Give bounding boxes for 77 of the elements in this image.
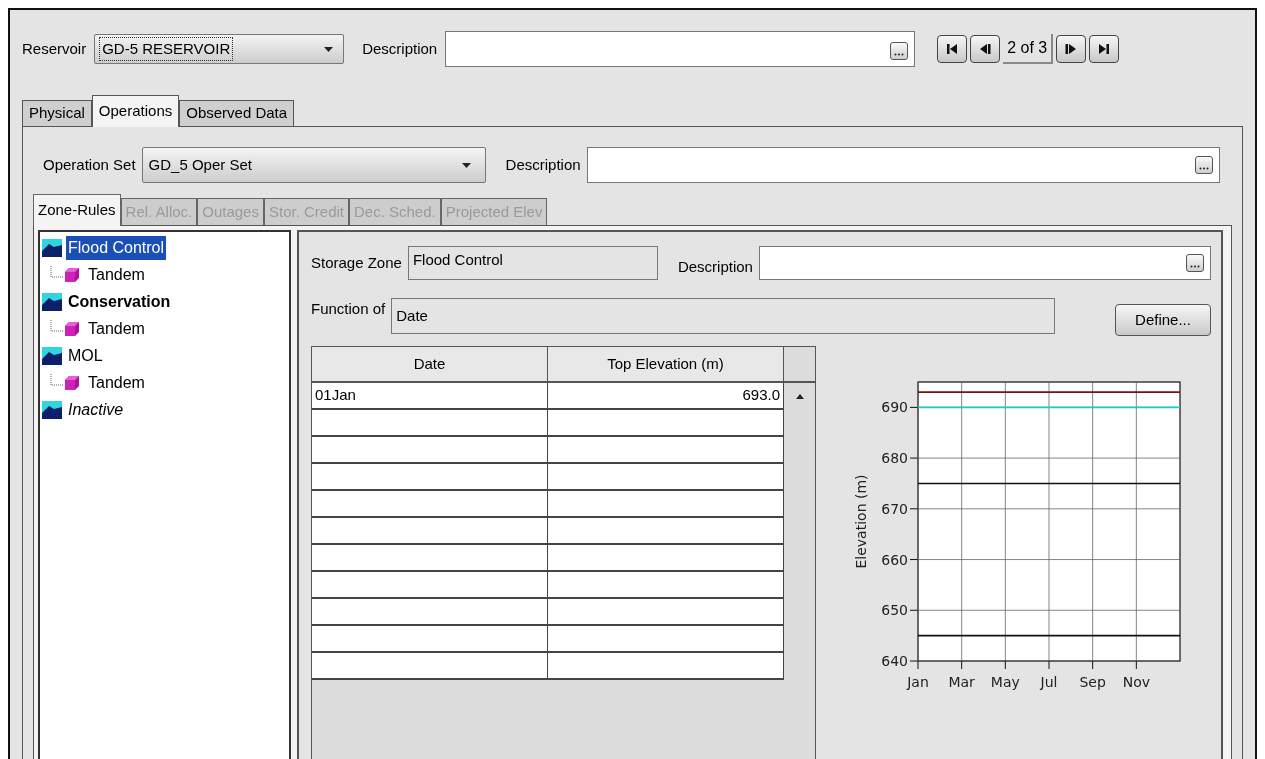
tab[interactable]: Observed Data: [179, 100, 295, 126]
tick-mark: [909, 609, 919, 611]
cube-icon: [64, 266, 80, 283]
first-record-button[interactable]: [937, 35, 968, 63]
operation-set-dropdown[interactable]: GD_5 Oper Set: [141, 147, 486, 183]
column-header[interactable]: Date: [312, 347, 548, 383]
storage-zone-label: Storage Zone: [311, 252, 402, 273]
mountain-icon: [42, 400, 62, 419]
next-record-button[interactable]: [1056, 35, 1087, 63]
x-tick-label: Jul: [1040, 674, 1058, 690]
description-label: Description: [505, 154, 581, 175]
table-cell: 01Jan: [312, 383, 548, 410]
cube-icon: [64, 320, 80, 337]
previous-record-button[interactable]: [970, 35, 1001, 63]
last-record-button[interactable]: [1089, 35, 1120, 63]
ellipsis-button[interactable]: [1195, 156, 1213, 174]
description-field[interactable]: [445, 31, 916, 67]
y-tick-label: 640: [881, 653, 908, 669]
cube-icon: [64, 374, 80, 391]
description-label: Description: [677, 256, 753, 277]
tick-mark: [961, 660, 963, 670]
rule-tree-item[interactable]: Tandem: [86, 262, 147, 287]
y-tick-label: 690: [881, 399, 908, 416]
mountain-icon: [42, 238, 62, 257]
record-position: 2 of 3: [1003, 34, 1054, 64]
dropdown-caret-icon: [461, 162, 471, 168]
tick-mark: [1048, 660, 1050, 670]
y-tick-label: 680: [881, 450, 908, 467]
y-tick-label: 660: [881, 551, 908, 568]
dropdown-caret-icon: [324, 46, 334, 52]
tick-mark: [1135, 660, 1137, 670]
ellipsis-icon: [1199, 167, 1209, 170]
x-tick-label: Nov: [1122, 674, 1150, 690]
table-cell: 693.0: [548, 383, 784, 410]
zone-tree-item[interactable]: MOL: [66, 343, 105, 368]
zone-tree-item[interactable]: Flood Control: [66, 235, 167, 260]
reservoir-dropdown[interactable]: GD-5 RESERVOIR: [94, 34, 345, 64]
y-tick-label: 670: [881, 500, 908, 517]
zone-tree-item[interactable]: Inactive: [66, 397, 126, 422]
operation-set-label: Operation Set: [43, 154, 136, 175]
tick-mark: [909, 559, 919, 561]
x-tick-label: Jan: [907, 674, 929, 690]
ellipsis-icon: [1190, 265, 1200, 268]
tab[interactable]: Physical: [22, 100, 92, 126]
tab[interactable]: Operations: [91, 95, 180, 127]
function-field: Date: [391, 298, 1056, 334]
tick-mark: [1004, 660, 1006, 670]
tick-mark: [909, 406, 919, 408]
x-tick-label: May: [990, 674, 1020, 690]
description-label: Description: [362, 38, 438, 59]
storage-zone-field: Flood Control: [407, 246, 658, 280]
y-tick-label: 650: [881, 602, 908, 619]
skip-back-icon: [945, 42, 960, 56]
x-tick-label: Mar: [948, 674, 975, 690]
ellipsis-button[interactable]: [1186, 254, 1204, 272]
mountain-icon: [42, 292, 62, 311]
ellipsis-icon: [894, 53, 905, 56]
function-of-label: Function of: [311, 299, 386, 319]
tick-mark: [909, 508, 919, 510]
rule-tree-item[interactable]: Tandem: [86, 370, 147, 395]
tick-mark: [909, 457, 919, 459]
scroll-up-arrow-icon[interactable]: [795, 394, 804, 399]
ellipsis-button[interactable]: [890, 42, 909, 60]
description-field[interactable]: [586, 147, 1220, 183]
column-header[interactable]: Top Elevation (m): [548, 347, 784, 383]
zone-tree-item[interactable]: Conservation: [66, 289, 173, 314]
skip-forward-icon: [1097, 42, 1112, 56]
reservoir-label: Reservoir: [22, 38, 87, 59]
rule-tree-item[interactable]: Tandem: [86, 316, 147, 341]
mountain-icon: [42, 346, 62, 365]
description-field[interactable]: [758, 246, 1211, 280]
tick-mark: [1092, 660, 1094, 670]
y-axis-label: Elevation (m): [853, 474, 869, 569]
tab[interactable]: Zone-Rules: [33, 194, 121, 226]
define-button[interactable]: Define...: [1115, 304, 1211, 336]
step-back-icon: [978, 42, 993, 56]
x-tick-label: Sep: [1079, 674, 1106, 690]
